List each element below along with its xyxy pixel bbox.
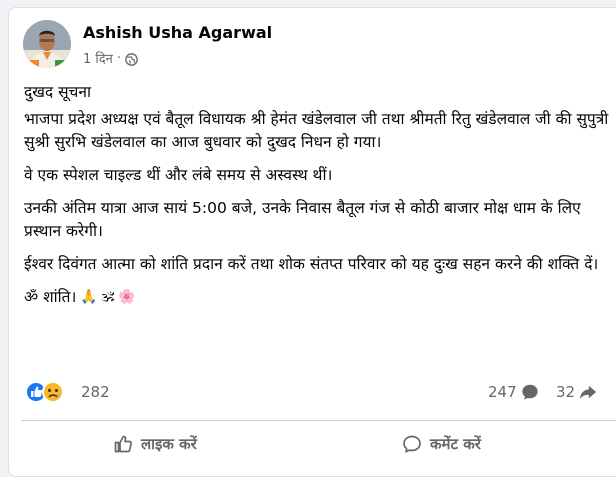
folded-hands-emoji: 🙏 bbox=[80, 289, 98, 305]
post-card: Ashish Usha Agarwal 1 दिन · दुखद सूचना भ… bbox=[8, 7, 616, 477]
post-text: दुखद सूचना भाजपा प्रदेश अध्यक्ष एवं बैतू… bbox=[24, 81, 609, 319]
post-meta: 1 दिन · bbox=[83, 49, 138, 67]
closing-text: ॐ शांति। bbox=[24, 288, 77, 306]
comments-count-value: 247 bbox=[488, 383, 517, 401]
comment-button[interactable]: कमेंट करें bbox=[402, 428, 481, 460]
meta-separator: · bbox=[116, 50, 122, 66]
sad-reaction-icon bbox=[42, 381, 64, 403]
post-paragraph: उनकी अंतिम यात्रा आज सायं 5:00 बजे, उनके… bbox=[24, 199, 581, 240]
flower-emoji: 🌸 bbox=[118, 289, 136, 305]
avatar[interactable] bbox=[23, 20, 71, 68]
comment-count-icon bbox=[521, 384, 538, 400]
post-paragraph: वे एक स्पेशल चाइल्ड थीं और लंबे समय से अ… bbox=[24, 166, 333, 184]
shares-count-value: 32 bbox=[556, 383, 576, 401]
post-paragraph: ईश्वर दिवंगत आत्मा को शांति प्रदान करें … bbox=[24, 255, 599, 273]
thumbs-up-icon bbox=[114, 435, 133, 453]
actions-divider bbox=[21, 420, 616, 421]
profile-photo bbox=[23, 20, 71, 68]
speech-bubble-icon bbox=[403, 435, 421, 453]
reaction-icons[interactable] bbox=[25, 381, 73, 403]
post-time[interactable]: 1 दिन bbox=[83, 49, 113, 67]
share-count-icon bbox=[579, 385, 597, 400]
post-closing: ॐ शांति। 🙏 🕉 🌸 bbox=[24, 286, 609, 309]
shares-count[interactable]: 32 bbox=[556, 383, 597, 401]
reactions-summary: 282 247 32 bbox=[25, 379, 615, 407]
globe-icon[interactable] bbox=[125, 52, 138, 66]
comment-button-label: कमेंट करें bbox=[430, 435, 481, 453]
post-paragraph: भाजपा प्रदेश अध्यक्ष एवं बैतूल विधायक श्… bbox=[24, 110, 609, 151]
om-emoji: 🕉 bbox=[101, 289, 115, 305]
like-button-label: लाइक करें bbox=[141, 435, 197, 453]
reaction-count[interactable]: 282 bbox=[81, 383, 110, 401]
comments-count[interactable]: 247 bbox=[488, 383, 539, 401]
like-button[interactable]: लाइक करें bbox=[113, 428, 197, 460]
post-heading: दुखद सूचना bbox=[24, 83, 92, 101]
author-name[interactable]: Ashish Usha Agarwal bbox=[83, 23, 272, 42]
